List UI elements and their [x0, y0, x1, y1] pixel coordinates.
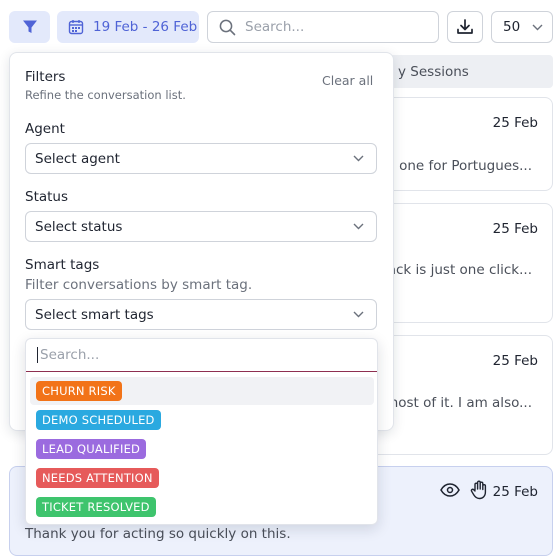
card-date: 25 Feb — [492, 221, 538, 237]
status-select[interactable]: Select status — [25, 211, 377, 242]
page-size-select[interactable]: 50 — [491, 11, 553, 43]
card-snippet: Thank you for acting so quickly on this. — [25, 526, 291, 542]
dropdown-option[interactable]: TICKET RESOLVED — [30, 493, 374, 521]
agent-select-value: Select agent — [35, 150, 120, 167]
eye-icon[interactable] — [440, 483, 460, 497]
status-select-value: Select status — [35, 218, 123, 235]
tag-churn-risk: CHURN RISK — [36, 381, 122, 401]
search-field[interactable] — [207, 11, 439, 43]
chevron-down-icon — [532, 24, 543, 31]
agent-label: Agent — [25, 121, 65, 137]
dropdown-option[interactable]: CHURN RISK — [30, 377, 374, 405]
download-button[interactable] — [447, 11, 483, 43]
tag-needs-attention: NEEDS ATTENTION — [36, 468, 159, 488]
agent-select[interactable]: Select agent — [25, 143, 377, 174]
tag-demo-scheduled: DEMO SCHEDULED — [36, 410, 161, 430]
filters-title: Filters — [25, 69, 66, 85]
dropdown-search-input[interactable] — [37, 347, 357, 363]
chevron-down-icon — [353, 223, 364, 230]
filters-subtitle: Refine the conversation list. — [25, 88, 186, 102]
date-range-button[interactable]: 19 Feb - 26 Feb — [57, 11, 199, 43]
clear-all-button[interactable]: Clear all — [322, 73, 373, 88]
smart-tags-label: Smart tags — [25, 257, 100, 273]
chevron-down-icon — [353, 155, 364, 162]
tab-label: y Sessions — [398, 63, 469, 80]
card-date: 25 Feb — [492, 353, 538, 369]
tag-lead-qualified: LEAD QUALIFIED — [36, 439, 147, 459]
dropdown-option[interactable]: DEMO SCHEDULED — [30, 406, 374, 434]
download-icon — [456, 18, 474, 36]
status-label: Status — [25, 189, 69, 205]
dropdown-option[interactable]: LEAD QUALIFIED — [30, 435, 374, 463]
smart-tags-select[interactable]: Select smart tags — [25, 299, 377, 330]
smart-tags-description: Filter conversations by smart tag. — [25, 277, 253, 293]
dropdown-option[interactable]: NEEDS ATTENTION — [30, 464, 374, 492]
hand-icon[interactable] — [470, 480, 488, 500]
card-date: 25 Feb — [492, 115, 538, 131]
date-range-label: 19 Feb - 26 Feb — [93, 19, 198, 35]
tag-ticket-resolved: TICKET RESOLVED — [36, 497, 156, 517]
filter-icon — [22, 19, 38, 35]
calendar-icon — [68, 19, 84, 35]
chevron-down-icon — [353, 311, 364, 318]
smart-tags-select-value: Select smart tags — [35, 306, 154, 323]
smart-tags-dropdown: CHURN RISK DEMO SCHEDULED LEAD QUALIFIED… — [25, 338, 378, 525]
search-icon — [219, 19, 236, 36]
filter-button[interactable] — [9, 11, 50, 43]
search-input[interactable] — [245, 19, 425, 35]
dropdown-search[interactable] — [26, 339, 377, 372]
page-size-value: 50 — [503, 19, 521, 35]
card-date: 25 Feb — [492, 484, 538, 500]
